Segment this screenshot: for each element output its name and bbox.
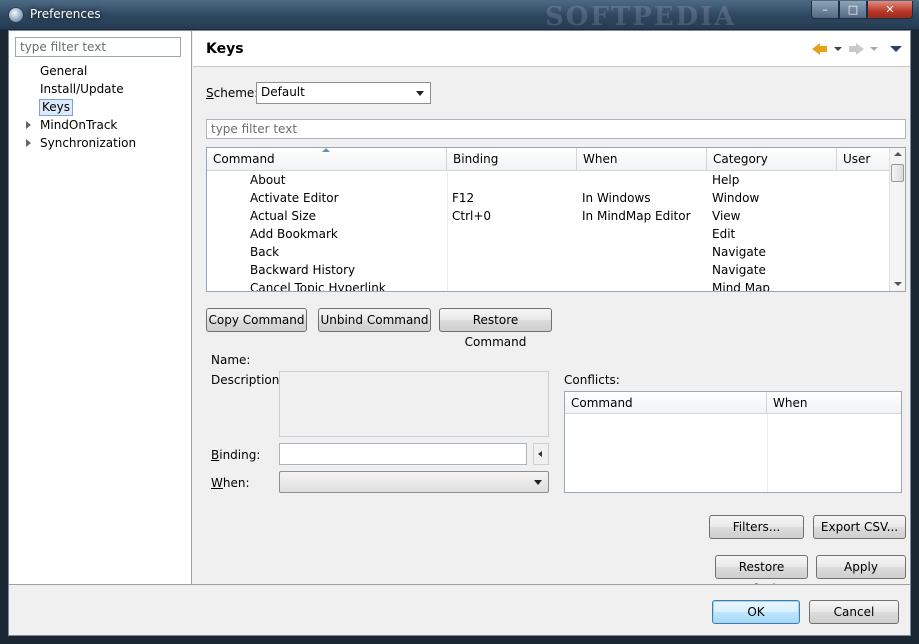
when-select[interactable] <box>279 471 549 493</box>
binding-menu-button[interactable] <box>533 443 549 465</box>
table-row[interactable]: About Help <box>207 171 891 189</box>
scroll-down-icon[interactable] <box>894 282 902 286</box>
table-row[interactable]: Add Bookmark Edit <box>207 225 891 243</box>
tree-filter-input[interactable]: type filter text <box>15 37 181 57</box>
table-header: Command Binding When Category User <box>207 148 891 171</box>
watermark-logo: SOFTPEDIA <box>545 2 737 32</box>
filters-button[interactable]: Filters... <box>709 515 804 539</box>
conflicts-table: Command When <box>564 391 902 493</box>
apply-button[interactable]: Apply <box>816 555 906 579</box>
table-row[interactable]: Backward History Navigate <box>207 261 891 279</box>
close-button[interactable]: ✕ <box>867 1 913 19</box>
export-csv-button[interactable]: Export CSV... <box>813 515 906 539</box>
tree-item-install-update[interactable]: Install/Update <box>39 81 125 98</box>
dialog-footer: OK Cancel <box>9 584 910 635</box>
commands-filter-input[interactable]: type filter text <box>206 119 906 139</box>
copy-command-button[interactable]: Copy Command <box>206 308 307 332</box>
scroll-up-icon[interactable] <box>894 152 902 156</box>
back-arrow-icon[interactable] <box>812 42 828 56</box>
view-menu-icon[interactable] <box>890 46 902 52</box>
back-history-dropdown-icon[interactable] <box>834 47 842 51</box>
description-label: Description: <box>211 373 284 387</box>
table-row[interactable]: Activate Editor F12 In Windows Window <box>207 189 891 207</box>
conflicts-label: Conflicts: <box>564 373 620 387</box>
scheme-label: Scheme: <box>206 86 259 100</box>
restore-defaults-button[interactable]: Restore Defaults <box>715 555 808 596</box>
table-row[interactable]: Cancel Topic Hyperlink Mind Map <box>207 279 891 291</box>
column-divider <box>767 414 768 492</box>
chevron-down-icon <box>534 480 542 485</box>
table-body: About Help Activate Editor F12 In Window… <box>207 171 891 291</box>
scheme-select[interactable]: Default <box>256 82 431 104</box>
column-header-command[interactable]: Command <box>207 148 447 171</box>
page-header: Keys <box>193 31 910 67</box>
scroll-thumb[interactable] <box>891 164 904 182</box>
tree-item-keys[interactable]: Keys <box>39 99 74 116</box>
name-label: Name: <box>211 353 251 367</box>
table-scrollbar[interactable] <box>889 148 905 291</box>
forward-arrow-icon[interactable] <box>848 42 864 56</box>
expand-arrow-icon[interactable] <box>26 121 31 129</box>
page-title: Keys <box>206 41 244 57</box>
when-label: When: <box>211 476 250 490</box>
tree-item-label: Synchronization <box>40 136 137 150</box>
cancel-button[interactable]: Cancel <box>809 600 899 624</box>
maximize-button[interactable]: □ <box>839 1 867 19</box>
scheme-value: Default <box>261 85 305 99</box>
expand-arrow-icon[interactable] <box>26 139 31 147</box>
tree-item-synchronization[interactable]: Synchronization <box>26 135 137 152</box>
column-header-command[interactable]: Command <box>565 392 767 414</box>
tree-item-general[interactable]: General <box>39 63 88 80</box>
commands-table: Command Binding When Category User About… <box>206 147 906 292</box>
preferences-tree: type filter text General Install/Update … <box>9 31 192 584</box>
chevron-down-icon <box>416 91 424 96</box>
column-header-when[interactable]: When <box>767 392 901 414</box>
minimize-button[interactable]: – <box>811 1 839 19</box>
tree-item-mindontrack[interactable]: MindOnTrack <box>26 117 118 134</box>
ok-button[interactable]: OK <box>712 600 800 624</box>
window-controls: – □ ✕ <box>811 1 913 19</box>
page-navigation <box>812 42 902 56</box>
unbind-command-button[interactable]: Unbind Command <box>318 308 431 332</box>
sort-ascending-icon <box>322 148 330 152</box>
window-title: Preferences <box>30 7 101 21</box>
restore-command-button[interactable]: Restore Command <box>439 308 552 349</box>
binding-input[interactable] <box>279 443 527 465</box>
description-field <box>279 371 549 437</box>
column-header-category[interactable]: Category <box>707 148 837 171</box>
tree-item-label: MindOnTrack <box>40 118 118 132</box>
column-header-when[interactable]: When <box>577 148 707 171</box>
app-icon <box>8 7 24 23</box>
title-bar: Preferences SOFTPEDIA – □ ✕ <box>0 0 919 32</box>
binding-label: Binding: <box>211 448 261 462</box>
table-header: Command When <box>565 392 901 414</box>
keys-page: Keys Scheme: Default type filter text Co… <box>193 31 910 596</box>
table-row[interactable]: Back Navigate <box>207 243 891 261</box>
table-row[interactable]: Actual Size Ctrl+0 In MindMap Editor Vie… <box>207 207 891 225</box>
column-header-binding[interactable]: Binding <box>447 148 577 171</box>
column-header-user[interactable]: User <box>837 148 891 171</box>
forward-history-dropdown-icon[interactable] <box>870 47 878 51</box>
dialog-client: type filter text General Install/Update … <box>8 30 911 636</box>
